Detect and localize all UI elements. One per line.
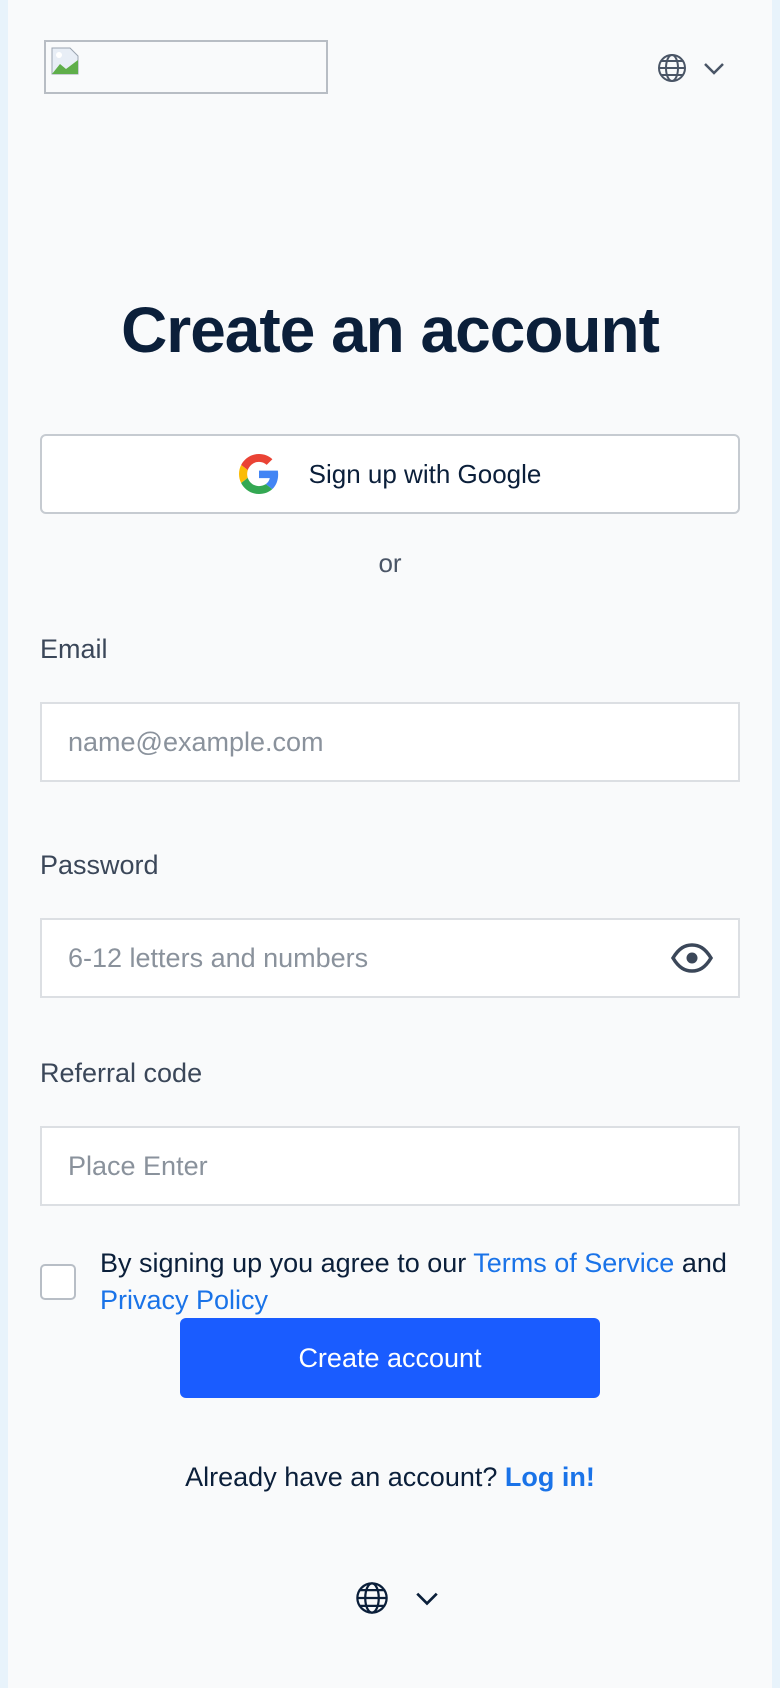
terms-link[interactable]: Terms of Service	[473, 1248, 674, 1278]
language-selector[interactable]	[656, 48, 736, 88]
agree-checkbox[interactable]	[40, 1264, 76, 1300]
chevron-down-icon	[416, 1592, 438, 1606]
password-field-box	[40, 918, 740, 998]
agreement-text: By signing up you agree to our Terms of …	[100, 1245, 760, 1319]
email-label: Email	[40, 634, 108, 664]
divider-text: or	[378, 548, 402, 578]
email-input[interactable]	[42, 704, 738, 780]
globe-icon	[356, 1582, 388, 1614]
password-input[interactable]	[42, 920, 738, 996]
page-title: Create an account	[121, 294, 660, 366]
create-account-button[interactable]: Create account	[180, 1318, 600, 1398]
google-signup-label: Sign up with Google	[308, 458, 542, 489]
login-prompt: Already have an account? Log in!	[8, 1462, 772, 1493]
password-label: Password	[40, 850, 159, 880]
referral-field-box	[40, 1126, 740, 1206]
agreement-prefix: By signing up you agree to our	[100, 1248, 474, 1278]
referral-input[interactable]	[42, 1128, 738, 1204]
logo[interactable]	[44, 40, 328, 94]
chevron-down-icon	[704, 63, 724, 75]
referral-label: Referral code	[40, 1058, 203, 1088]
agreement-middle: and	[674, 1248, 727, 1278]
google-icon	[238, 454, 278, 494]
login-prompt-text: Already have an account?	[185, 1462, 505, 1492]
google-signup-button[interactable]: Sign up with Google	[40, 434, 740, 514]
privacy-link[interactable]: Privacy Policy	[100, 1285, 268, 1315]
footer-language-selector[interactable]	[354, 1578, 444, 1618]
login-link[interactable]: Log in!	[505, 1462, 595, 1492]
email-field-box	[40, 702, 740, 782]
broken-image-icon	[51, 47, 79, 75]
signup-panel: Create an account Sign up with Google or…	[8, 0, 772, 1688]
eye-icon[interactable]	[670, 940, 714, 976]
globe-icon	[658, 54, 686, 82]
